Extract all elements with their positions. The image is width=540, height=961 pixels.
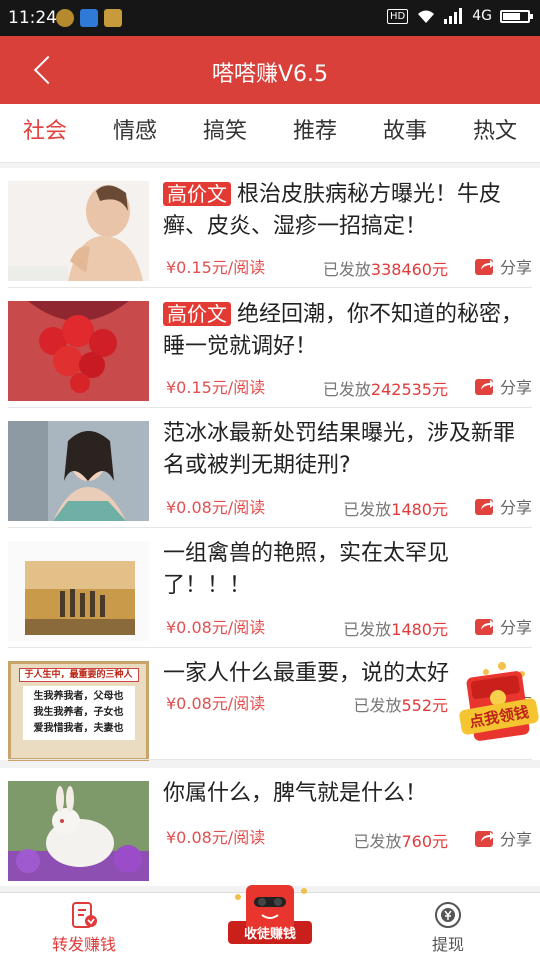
bottom-nav: 转发赚钱 收徒赚钱 提现 — [0, 885, 540, 961]
paid-total: 已发放1480元 — [343, 500, 448, 519]
document-share-icon — [72, 902, 97, 928]
article-price: ¥0.08元/阅读 — [166, 828, 266, 847]
nav-withdraw[interactable]: 提现 — [432, 901, 464, 955]
article-price: ¥0.15元/阅读 — [166, 378, 266, 397]
article-title: 高价文 根治皮肤病秘方曝光！牛皮癣、皮炎、湿疹一招搞定！ — [163, 182, 502, 239]
article-thumbnail — [8, 541, 149, 641]
share-icon — [474, 379, 495, 395]
paid-total: 已发放552元 — [353, 696, 448, 715]
status-bar: 11:24 HD 4G — [0, 0, 540, 36]
share-icon — [474, 259, 495, 275]
list-item[interactable]: 范冰冰最新处罚结果曝光，涉及新罪名或被判无期徒刑? ¥0.08元/阅读 已发放1… — [0, 408, 540, 528]
share-button[interactable]: 分享 — [474, 254, 532, 278]
coin-app-icon — [56, 9, 74, 27]
article-thumbnail — [8, 781, 149, 881]
share-button[interactable]: 分享 — [474, 494, 532, 518]
list-item[interactable]: 高价文 根治皮肤病秘方曝光！牛皮癣、皮炎、湿疹一招搞定！ ¥0.15元/阅读 已发… — [0, 168, 540, 288]
battery-level — [503, 12, 520, 20]
status-right: HD 4G — [387, 8, 533, 24]
article-price: ¥0.08元/阅读 — [166, 498, 266, 517]
nav-forward-earn[interactable]: 转发赚钱 — [52, 901, 116, 955]
share-icon — [474, 619, 495, 635]
yuan-coin-icon — [435, 902, 461, 928]
tab-hot[interactable]: 热文 — [450, 104, 540, 162]
share-button[interactable]: 分享 — [474, 826, 532, 850]
article-thumbnail — [8, 301, 149, 401]
high-price-badge: 高价文 — [163, 302, 231, 326]
tab-society[interactable]: 社会 — [0, 104, 90, 162]
page-title: 嗒嗒赚V6.5 — [211, 62, 329, 87]
list-item[interactable]: 一组禽兽的艳照，实在太罕见了！！！ ¥0.08元/阅读 已发放1480元 分享 — [0, 528, 540, 648]
article-price: ¥0.08元/阅读 — [166, 694, 266, 713]
article-title: 你属什么，脾气就是什么！ — [163, 781, 428, 806]
network-type: 4G — [472, 8, 492, 24]
article-title: 范冰冰最新处罚结果曝光，涉及新罪名或被判无期徒刑? — [163, 421, 516, 478]
high-price-badge: 高价文 — [163, 182, 231, 206]
thumb-line: 我生我养者，子女也 — [33, 707, 124, 718]
tab-story[interactable]: 故事 — [360, 104, 450, 162]
share-icon — [474, 499, 495, 515]
divider — [8, 759, 532, 760]
recruit-label: 收徒赚钱 — [228, 921, 312, 944]
wifi-icon — [418, 10, 435, 23]
paid-total: 已发放242535元 — [322, 380, 448, 399]
status-time: 11:24 — [8, 8, 57, 28]
article-title: 高价文 绝经回潮，你不知道的秘密，睡一觉就调好！ — [163, 302, 524, 359]
gift-app-icon — [104, 9, 122, 27]
article-title: 一组禽兽的艳照，实在太罕见了！！！ — [163, 541, 450, 598]
article-price: ¥0.08元/阅读 — [166, 618, 266, 637]
thumb-line: 生我养我者，父母也 — [33, 691, 124, 702]
title-bar: 嗒嗒赚V6.5 — [0, 36, 540, 104]
floating-red-envelope-button[interactable]: 点我领钱 — [456, 658, 540, 754]
article-thumbnail: 于人生中，最重要的三种人 生我养我者，父母也 我生我养者，子女也 爱我惜我者，夫… — [8, 661, 149, 761]
article-thumbnail — [8, 181, 149, 281]
tab-recommend[interactable]: 推荐 — [270, 104, 360, 162]
share-button[interactable]: 分享 — [474, 374, 532, 398]
article-thumbnail — [8, 421, 149, 521]
thumb-line: 爱我惜我者，夫妻也 — [33, 723, 124, 734]
thumb-heading: 于人生中，最重要的三种人 — [18, 668, 139, 682]
signal-icon — [444, 8, 463, 24]
paid-total: 已发放760元 — [353, 832, 448, 851]
notification-icons — [56, 9, 122, 27]
tab-emotion[interactable]: 情感 — [90, 104, 180, 162]
paid-total: 已发放338460元 — [322, 260, 448, 279]
share-icon — [474, 831, 495, 847]
article-price: ¥0.15元/阅读 — [166, 258, 266, 277]
category-tabs: 社会 情感 搞笑 推荐 故事 热文 — [0, 104, 540, 163]
list-item[interactable]: 你属什么，脾气就是什么！ ¥0.08元/阅读 已发放760元 分享 — [0, 768, 540, 886]
tab-funny[interactable]: 搞笑 — [180, 104, 270, 162]
list-item[interactable]: 高价文 绝经回潮，你不知道的秘密，睡一觉就调好！ ¥0.15元/阅读 已发放242… — [0, 288, 540, 408]
share-button[interactable]: 分享 — [474, 614, 532, 638]
hd-icon: HD — [387, 8, 409, 24]
scan-app-icon — [80, 9, 98, 27]
nav-recruit-earn[interactable]: 收徒赚钱 — [228, 877, 312, 944]
battery-icon — [500, 9, 533, 23]
paid-total: 已发放1480元 — [343, 620, 448, 639]
